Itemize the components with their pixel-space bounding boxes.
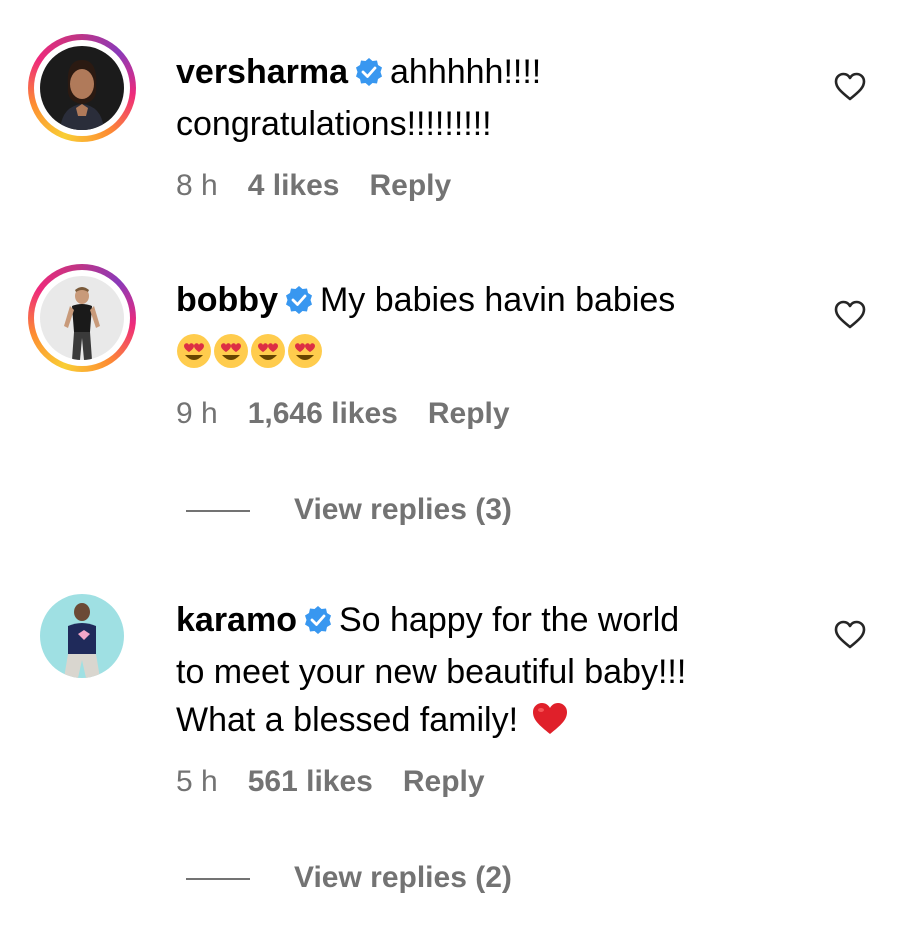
view-replies-button[interactable]: View replies (3) <box>186 490 512 530</box>
verified-badge-icon <box>284 280 314 328</box>
likes-count[interactable]: 4 likes <box>248 169 340 202</box>
reply-button[interactable]: Reply <box>403 765 485 798</box>
avatar <box>40 46 124 130</box>
likes-count[interactable]: 1,646 likes <box>248 397 398 430</box>
comment-meta: 8 h 4 likes Reply <box>176 166 481 206</box>
view-replies-button[interactable]: View replies (2) <box>186 858 512 898</box>
avatar-story-ring[interactable] <box>28 264 136 372</box>
reply-button[interactable]: Reply <box>428 397 510 430</box>
timestamp: 8 h <box>176 169 218 202</box>
timestamp: 5 h <box>176 765 218 798</box>
comment-body: karamo So happy for the world to meet you… <box>176 596 796 750</box>
heart-eyes-emoji <box>213 333 249 382</box>
heart-eyes-emoji <box>287 333 323 382</box>
verified-badge-icon <box>354 52 384 100</box>
view-replies-label: View replies (2) <box>294 861 512 894</box>
avatar-story-ring[interactable] <box>28 34 136 142</box>
timestamp: 9 h <box>176 397 218 430</box>
avatar-ring[interactable] <box>28 582 136 690</box>
username[interactable]: karamo <box>176 601 297 639</box>
avatar <box>40 594 124 678</box>
red-heart-emoji <box>531 701 569 750</box>
comment-text: congratulations!!!!!!!!! <box>176 105 492 143</box>
like-heart-icon[interactable] <box>834 300 866 330</box>
likes-count[interactable]: 561 likes <box>248 765 373 798</box>
heart-eyes-emoji <box>250 333 286 382</box>
username[interactable]: bobby <box>176 281 278 319</box>
comment-text: ahhhhh!!!! <box>390 53 542 91</box>
comment-meta: 9 h 1,646 likes Reply <box>176 394 540 434</box>
comment-meta: 5 h 561 likes Reply <box>176 762 515 802</box>
emoji-row <box>176 328 324 376</box>
comment-text: What a blessed family! <box>176 701 519 739</box>
like-heart-icon[interactable] <box>834 72 866 102</box>
comment-text: My babies havin babies <box>319 281 676 319</box>
comment-body: versharma ahhhhh!!!! congratulations!!!!!… <box>176 48 796 148</box>
reply-button[interactable]: Reply <box>369 169 451 202</box>
comment-body: bobby My babies havin babies <box>176 276 796 376</box>
verified-badge-icon <box>303 600 333 648</box>
divider-line <box>186 510 250 513</box>
comment-text: to meet your new beautiful baby!!! <box>176 653 687 691</box>
avatar <box>40 276 124 360</box>
username[interactable]: versharma <box>176 53 348 91</box>
divider-line <box>186 878 250 881</box>
view-replies-label: View replies (3) <box>294 493 512 526</box>
heart-eyes-emoji <box>176 333 212 382</box>
comment-text: So happy for the world <box>338 601 680 639</box>
like-heart-icon[interactable] <box>834 620 866 650</box>
